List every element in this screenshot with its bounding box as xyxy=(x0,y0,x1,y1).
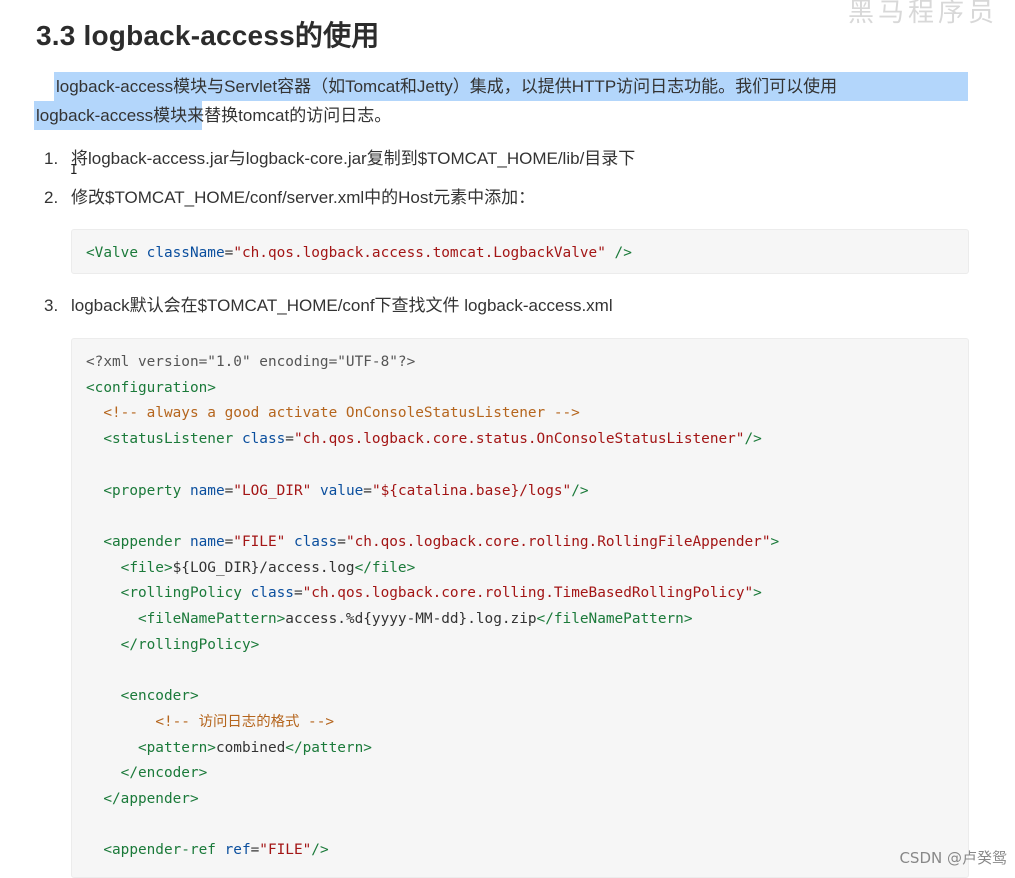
code-line: <Valve className="ch.qos.logback.access.… xyxy=(86,245,632,261)
code-line: </rollingPolicy> xyxy=(120,636,260,653)
code-line: <configuration> xyxy=(86,379,216,396)
code-line: <!-- always a good activate OnConsoleSta… xyxy=(103,405,580,422)
code-line: <statusListener class="ch.qos.logback.co… xyxy=(103,431,762,448)
top-watermark: 黑马程序员 xyxy=(848,0,999,28)
paragraph-line-2: 来替换tomcat的访问日志。 xyxy=(187,106,392,125)
list-item: 1. 将logback-access.jar与logback-core.jar复制… xyxy=(44,147,635,171)
text-cursor-icon: I xyxy=(70,163,78,178)
list-number: 3. xyxy=(44,296,59,315)
code-line: <property name="LOG_DIR" value="${catali… xyxy=(103,482,589,499)
code-line: <file>${LOG_DIR}/access.log</file> xyxy=(120,559,416,576)
code-block-logback-access-xml: <?xml version="1.0" encoding="UTF-8"?> <c… xyxy=(71,338,969,878)
code-line: <fileNamePattern>access.%d{yyyy-MM-dd}.l… xyxy=(137,611,693,627)
paragraph-line-1: logback-access模块与Servlet容器（如Tomcat和Jetty… xyxy=(56,77,838,96)
code-line: <?xml version="1.0" encoding="UTF-8"?> xyxy=(86,354,416,370)
csdn-watermark: CSDN @卢癸鸳 xyxy=(899,849,1007,867)
code-line: <rollingPolicy class="ch.qos.logback.cor… xyxy=(120,585,762,602)
list-text: 将logback-access.jar与logback-core.jar复制到$… xyxy=(71,149,636,168)
code-line: <appender-ref ref="FILE"/> xyxy=(103,842,329,859)
code-block-valve: <Valve className="ch.qos.logback.access.… xyxy=(71,229,969,274)
list-text: logback默认会在$TOMCAT_HOME/conf下查找文件 logbac… xyxy=(71,296,613,315)
intro-paragraph: logback-access模块与Servlet容器（如Tomcat和Jetty… xyxy=(34,72,976,130)
list-number: 2. xyxy=(44,188,59,207)
list-item: 3. logback默认会在$TOMCAT_HOME/conf下查找文件 logb… xyxy=(44,294,613,318)
code-line: </encoder> xyxy=(120,765,208,782)
list-number: 1. xyxy=(44,149,59,168)
code-line: <encoder> xyxy=(120,688,199,705)
code-line: </appender> xyxy=(103,790,199,807)
code-line: <appender name="FILE" class="ch.qos.logb… xyxy=(103,533,780,550)
paragraph-line-2-highlighted: logback-access模块 xyxy=(36,106,188,125)
list-text: 修改$TOMCAT_HOME/conf/server.xml中的Host元素中添… xyxy=(71,188,536,207)
code-line: <!-- 访问日志的格式 --> xyxy=(155,713,335,730)
list-item: 2. 修改$TOMCAT_HOME/conf/server.xml中的Host元素… xyxy=(44,186,535,210)
code-line: <pattern>combined</pattern> xyxy=(137,739,372,756)
section-heading: 3.3 logback-access的使用 xyxy=(36,20,380,51)
